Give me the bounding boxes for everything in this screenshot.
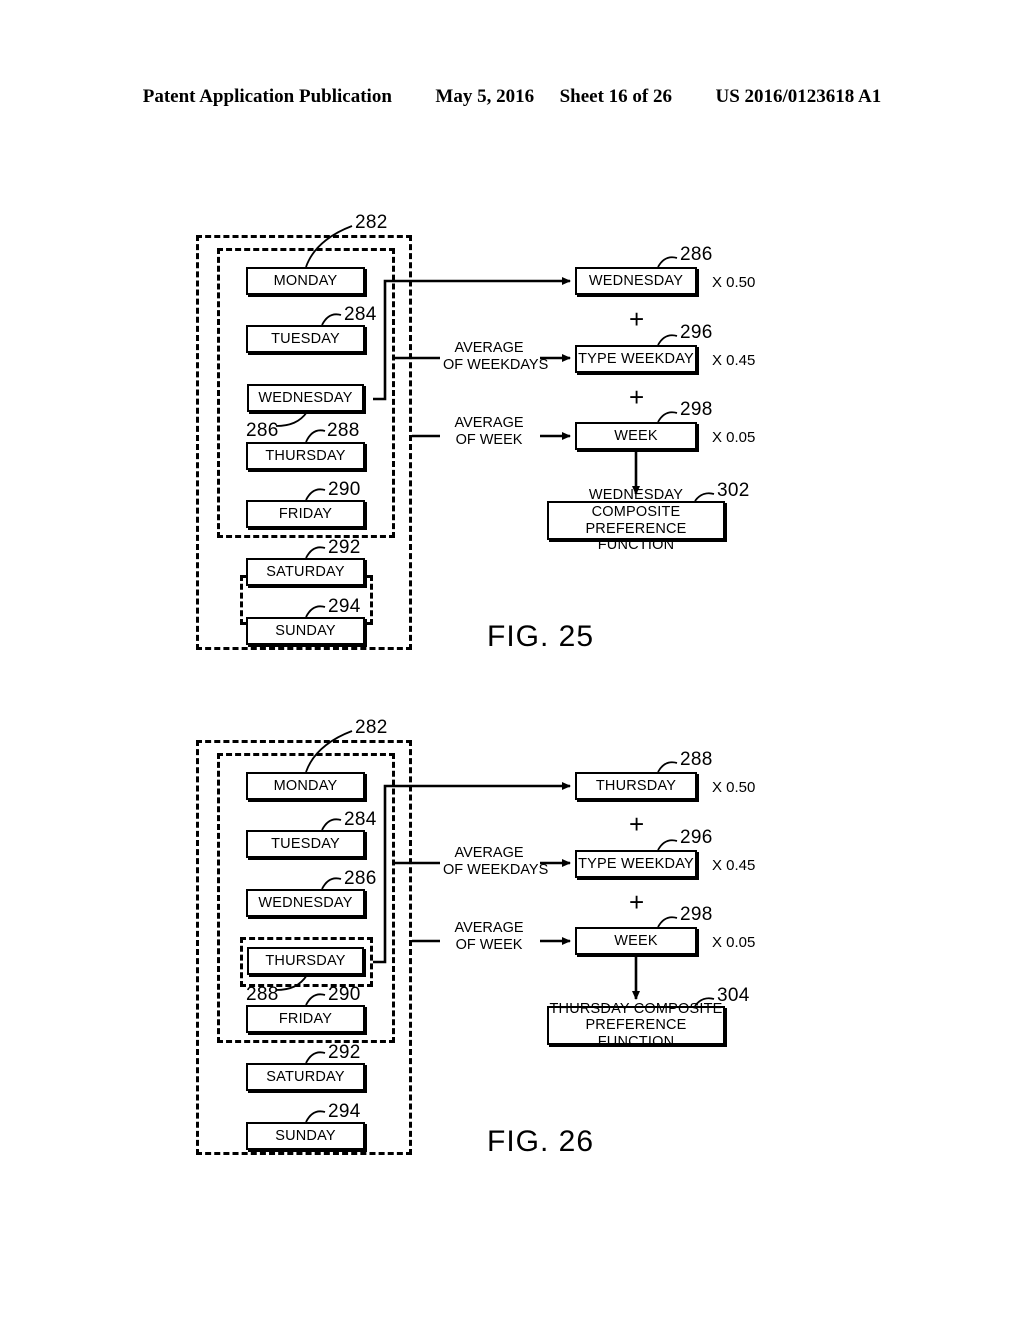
day-box-friday[interactable]: FRIDAY xyxy=(246,500,365,528)
operator-plus-1: + xyxy=(629,304,645,334)
term-box-type-weekday[interactable]: TYPE WEEKDAY xyxy=(575,850,697,878)
ref-284: 284 xyxy=(344,304,377,325)
weight-week: X 0.05 xyxy=(712,429,756,446)
term-label: WEEK xyxy=(614,932,658,949)
weight-type-weekday: X 0.45 xyxy=(712,857,756,874)
avg-line-2: OF WEEKDAYS xyxy=(443,357,549,374)
ref-296: 296 xyxy=(680,827,713,848)
term-label: WEEK xyxy=(614,427,658,444)
day-box-thursday[interactable]: THURSDAY xyxy=(247,947,364,975)
day-label: SATURDAY xyxy=(266,1068,345,1085)
ref-288-left: 288 xyxy=(246,984,279,1005)
day-box-wednesday[interactable]: WEDNESDAY xyxy=(247,384,364,412)
page-header: Patent Application Publication May 5, 20… xyxy=(0,86,1024,108)
day-label: SUNDAY xyxy=(275,622,336,639)
day-label: WEDNESDAY xyxy=(258,894,353,911)
result-line-1: THURSDAY COMPOSITE xyxy=(549,1000,723,1017)
term-box-day[interactable]: WEDNESDAY xyxy=(575,267,697,295)
operator-plus-1: + xyxy=(629,809,645,839)
day-label: THURSDAY xyxy=(265,952,346,969)
composite-result-box[interactable]: THURSDAY COMPOSITE PREFERENCE FUNCTION xyxy=(547,1001,725,1050)
ref-302: 302 xyxy=(717,480,750,501)
ref-282: 282 xyxy=(355,212,388,233)
day-box-thursday[interactable]: THURSDAY xyxy=(246,442,365,470)
term-label: TYPE WEEKDAY xyxy=(578,855,694,872)
avg-line-1: AVERAGE xyxy=(454,845,524,861)
connector-label-average-of-weekdays: AVERAGE OF WEEKDAYS xyxy=(443,845,549,879)
publication-date: May 5, 2016 xyxy=(435,86,535,107)
day-label: TUESDAY xyxy=(271,330,340,347)
publication-title: Patent Application Publication xyxy=(142,86,392,107)
ref-288-left: 288 xyxy=(327,420,360,441)
day-box-monday[interactable]: MONDAY xyxy=(246,772,365,800)
ref-304: 304 xyxy=(717,985,750,1006)
day-box-sunday[interactable]: SUNDAY xyxy=(246,617,365,645)
day-label: MONDAY xyxy=(273,272,338,289)
operator-plus-2: + xyxy=(629,382,645,412)
result-line-2: PREFERENCE FUNCTION xyxy=(585,520,687,554)
composite-result-box[interactable]: WEDNESDAY COMPOSITE PREFERENCE FUNCTION xyxy=(547,487,725,553)
ref-282: 282 xyxy=(355,717,388,738)
ref-298: 298 xyxy=(680,904,713,925)
day-box-monday[interactable]: MONDAY xyxy=(246,267,365,295)
ref-292: 292 xyxy=(328,1042,361,1063)
day-label: TUESDAY xyxy=(271,835,340,852)
ref-298: 298 xyxy=(680,399,713,420)
ref-292: 292 xyxy=(328,537,361,558)
day-label: WEDNESDAY xyxy=(258,389,353,406)
day-label: MONDAY xyxy=(273,777,338,794)
avg-line-1: AVERAGE xyxy=(454,415,524,431)
avg-line-2: OF WEEK xyxy=(455,937,523,954)
ref-288-right: 288 xyxy=(680,749,713,770)
sheet-number: Sheet 16 of 26 xyxy=(559,86,672,107)
term-box-day[interactable]: THURSDAY xyxy=(575,772,697,800)
day-label: THURSDAY xyxy=(265,447,346,464)
term-label: TYPE WEEKDAY xyxy=(578,350,694,367)
result-line-2: PREFERENCE FUNCTION xyxy=(585,1017,687,1050)
ref-286-left: 286 xyxy=(246,420,279,441)
avg-line-2: OF WEEKDAYS xyxy=(443,862,549,879)
connector-label-average-of-week: AVERAGE OF WEEK xyxy=(443,920,535,954)
ref-294: 294 xyxy=(328,596,361,617)
ref-290: 290 xyxy=(328,479,361,500)
ref-286-right: 286 xyxy=(680,244,713,265)
day-box-saturday[interactable]: SATURDAY xyxy=(246,558,365,586)
day-box-sunday[interactable]: SUNDAY xyxy=(246,1122,365,1150)
day-label: SATURDAY xyxy=(266,563,345,580)
operator-plus-2: + xyxy=(629,887,645,917)
weight-type-weekday: X 0.45 xyxy=(712,352,756,369)
day-label: SUNDAY xyxy=(275,1127,336,1144)
avg-line-1: AVERAGE xyxy=(454,920,524,936)
day-label: FRIDAY xyxy=(278,505,333,522)
connector-label-average-of-week: AVERAGE OF WEEK xyxy=(443,415,535,449)
ref-286-left: 286 xyxy=(344,868,377,889)
term-label: THURSDAY xyxy=(595,777,677,794)
term-box-type-weekday[interactable]: TYPE WEEKDAY xyxy=(575,345,697,373)
day-box-wednesday[interactable]: WEDNESDAY xyxy=(246,889,365,917)
figure-26: MONDAY TUESDAY WEDNESDAY THURSDAY FRIDAY… xyxy=(0,705,1024,1185)
term-box-week[interactable]: WEEK xyxy=(575,422,697,450)
day-box-saturday[interactable]: SATURDAY xyxy=(246,1063,365,1091)
avg-line-1: AVERAGE xyxy=(454,340,524,356)
weight-week: X 0.05 xyxy=(712,934,756,951)
term-label: WEDNESDAY xyxy=(588,272,684,289)
ref-296: 296 xyxy=(680,322,713,343)
figure-25: MONDAY TUESDAY WEDNESDAY THURSDAY FRIDAY… xyxy=(0,200,1024,680)
avg-line-2: OF WEEK xyxy=(455,432,523,449)
connector-label-average-of-weekdays: AVERAGE OF WEEKDAYS xyxy=(443,340,549,374)
day-label: FRIDAY xyxy=(278,1010,333,1027)
result-line-1: WEDNESDAY COMPOSITE xyxy=(588,487,684,520)
term-box-week[interactable]: WEEK xyxy=(575,927,697,955)
patent-number: US 2016/0123618 A1 xyxy=(715,86,882,107)
weight-day: X 0.50 xyxy=(712,274,756,291)
figure-label-26: FIG. 26 xyxy=(487,1125,595,1158)
day-box-tuesday[interactable]: TUESDAY xyxy=(246,325,365,353)
ref-294: 294 xyxy=(328,1101,361,1122)
day-box-tuesday[interactable]: TUESDAY xyxy=(246,830,365,858)
ref-290: 290 xyxy=(328,984,361,1005)
figure-label-25: FIG. 25 xyxy=(487,620,595,653)
day-box-friday[interactable]: FRIDAY xyxy=(246,1005,365,1033)
ref-284: 284 xyxy=(344,809,377,830)
weight-day: X 0.50 xyxy=(712,779,756,796)
